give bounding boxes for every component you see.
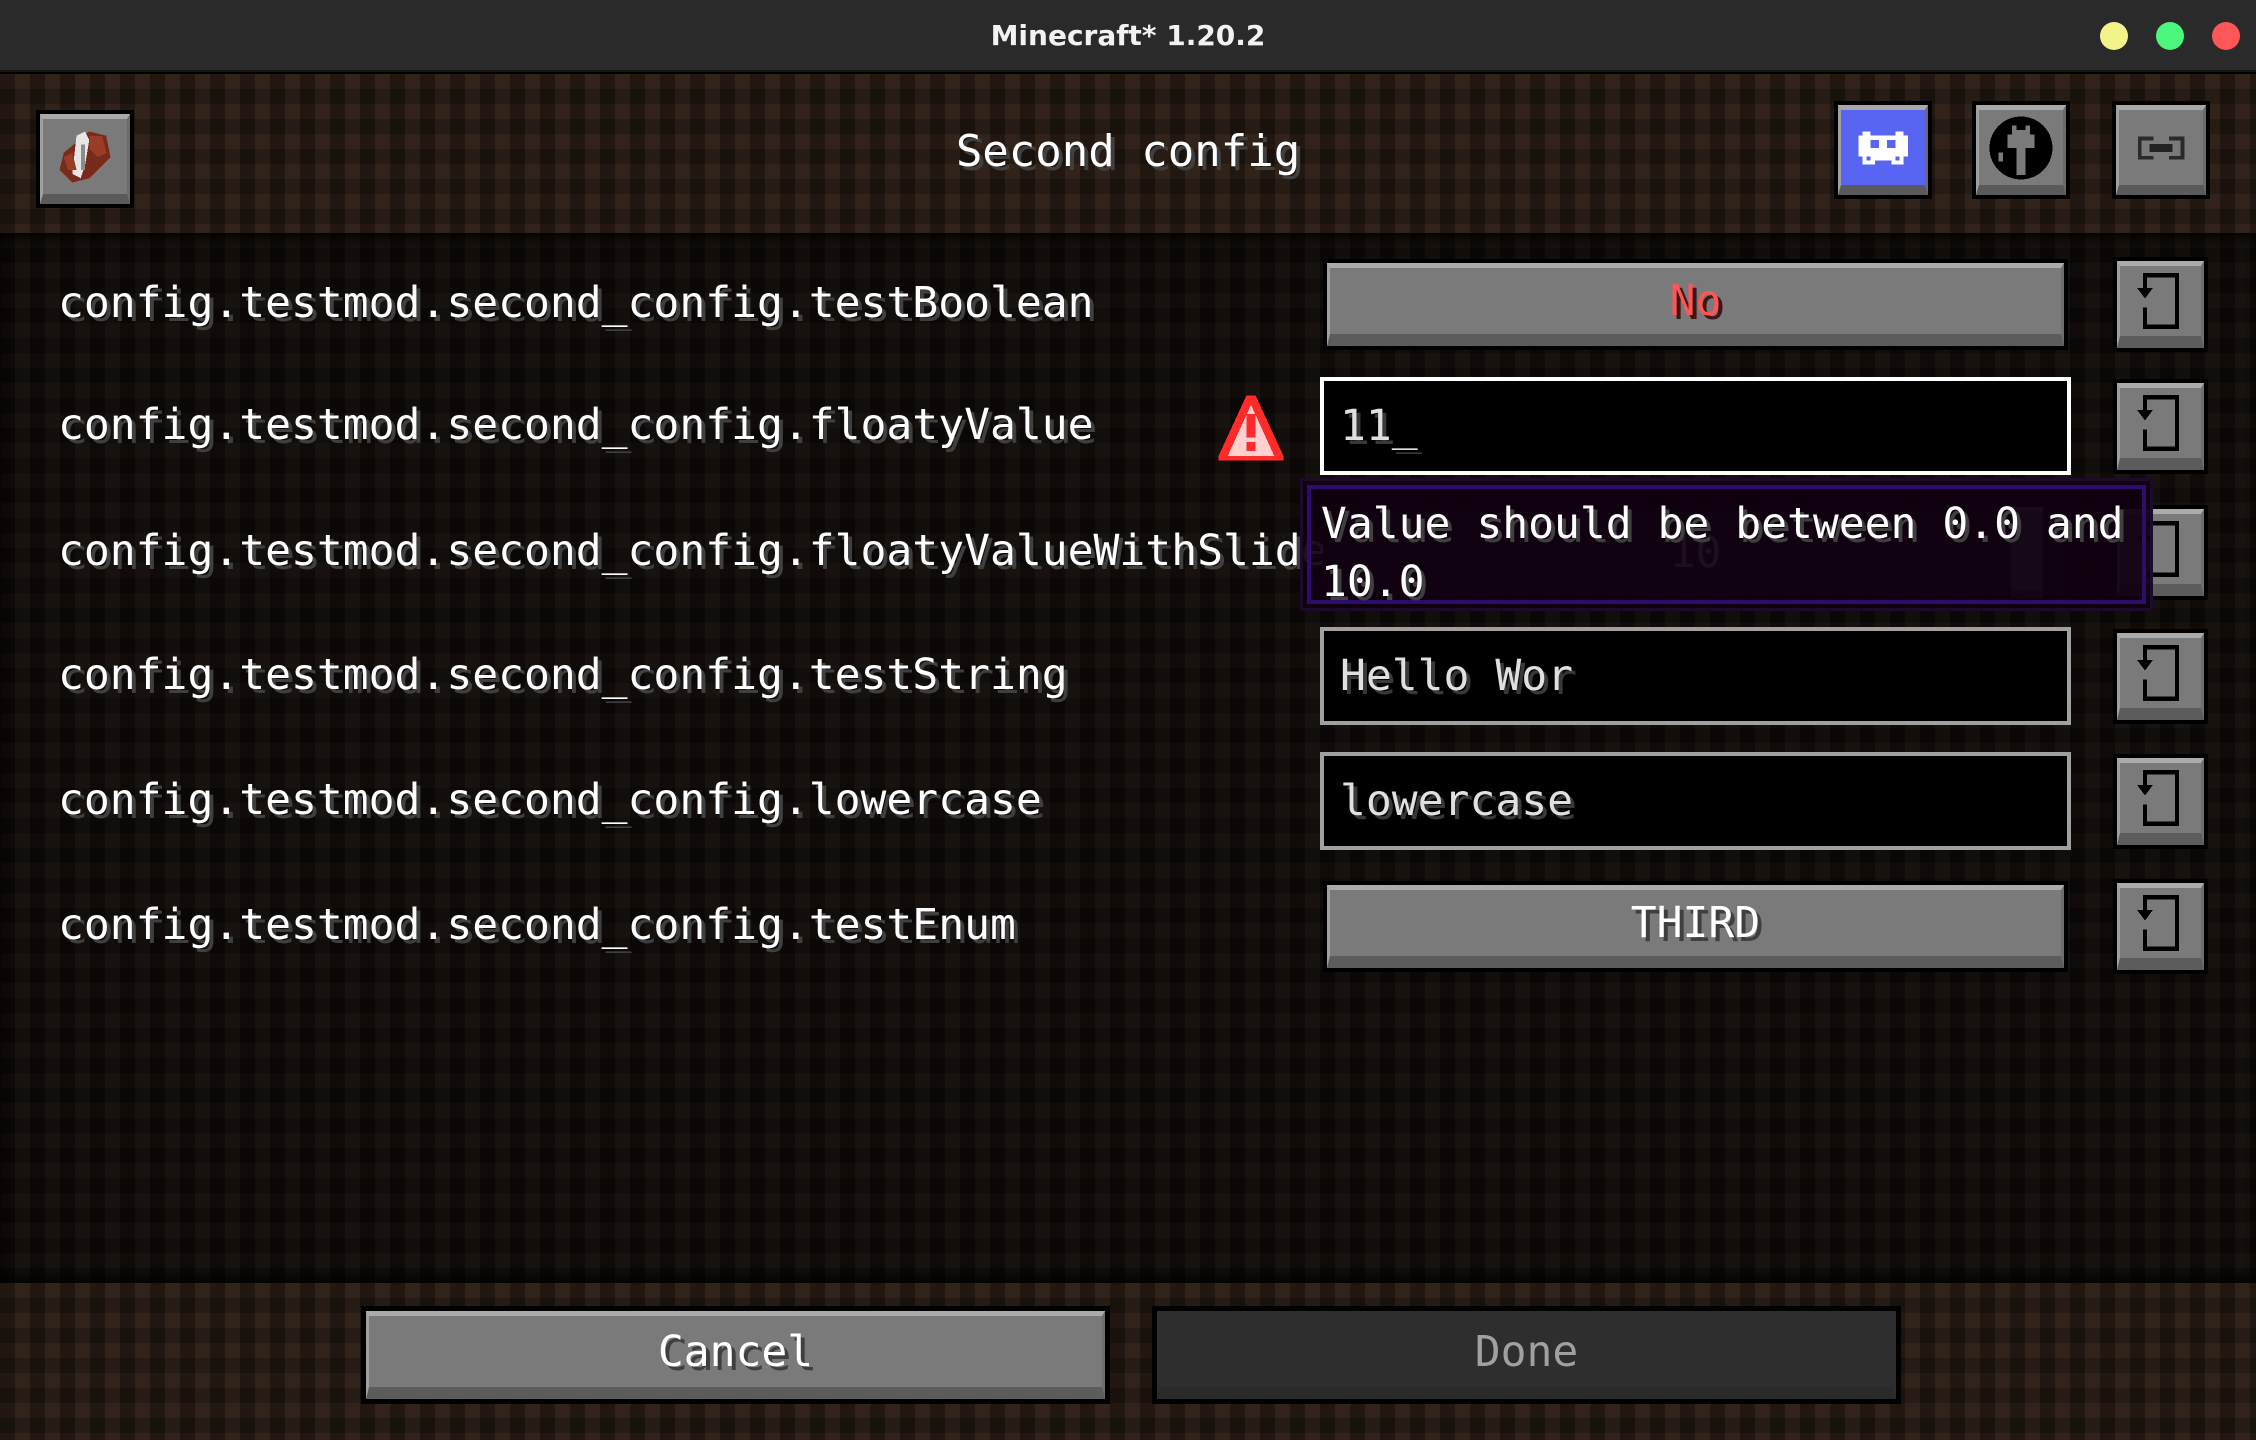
- floatyValue-input[interactable]: 11_: [1320, 377, 2071, 475]
- config-entry-testString: config.testmod.second_config.testString …: [0, 627, 2256, 725]
- config-entry-testEnum: config.testmod.second_config.testEnum TH…: [0, 879, 2256, 974]
- entry-label: config.testmod.second_config.floatyValue: [58, 400, 1094, 450]
- warning-icon: [1218, 395, 1284, 461]
- config-entry-lowercase: config.testmod.second_config.lowercase l…: [0, 752, 2256, 850]
- reset-button[interactable]: [2113, 879, 2208, 974]
- cancel-button[interactable]: Cancel: [361, 1306, 1110, 1404]
- entry-label: config.testmod.second_config.lowercase: [58, 775, 1042, 825]
- config-entry-list[interactable]: config.testmod.second_config.testBoolean…: [0, 233, 2256, 1283]
- enum-value: THIRD: [1630, 898, 1761, 948]
- reset-button[interactable]: [2113, 379, 2208, 474]
- done-label: Done: [1474, 1326, 1579, 1377]
- window-titlebar: Minecraft* 1.20.2: [0, 0, 2256, 72]
- discord-button[interactable]: [1834, 101, 1932, 199]
- entry-label: config.testmod.second_config.floatyValue…: [58, 526, 1353, 576]
- tooltip-line-1: Value should be between 0.0 and: [1321, 499, 2124, 549]
- link-button[interactable]: [2112, 101, 2210, 199]
- reset-icon: [2136, 273, 2179, 329]
- testString-input[interactable]: Hello Wor: [1320, 627, 2071, 725]
- screen-footer: Cancel Done: [0, 1283, 2256, 1440]
- link-icon: [2137, 135, 2185, 160]
- reset-button[interactable]: [2113, 257, 2208, 352]
- lowercase-input[interactable]: lowercase: [1320, 752, 2071, 850]
- tooltip-line-2: 10.0: [1321, 557, 1425, 607]
- discord-icon: [1858, 131, 1908, 164]
- boolean-toggle-button[interactable]: No: [1323, 259, 2068, 350]
- entry-label: config.testmod.second_config.testEnum: [58, 900, 1016, 950]
- github-button[interactable]: [1972, 101, 2070, 199]
- done-button[interactable]: Done: [1152, 1306, 1901, 1404]
- enum-cycle-button[interactable]: THIRD: [1323, 881, 2068, 972]
- reset-icon: [2136, 895, 2179, 951]
- reset-icon: [2136, 395, 2179, 451]
- github-icon: [1989, 116, 2053, 179]
- entry-label: config.testmod.second_config.testBoolean: [58, 278, 1094, 328]
- reset-icon: [2136, 770, 2179, 826]
- window-title: Minecraft* 1.20.2: [990, 19, 1266, 52]
- validation-tooltip: Value should be between 0.0 and 10.0: [1300, 478, 2153, 611]
- reset-button[interactable]: [2113, 629, 2208, 724]
- close-button[interactable]: [2212, 22, 2240, 50]
- toggle-value: No: [1669, 276, 1722, 326]
- entry-label: config.testmod.second_config.testString: [58, 650, 1068, 700]
- cancel-label: Cancel: [657, 1326, 814, 1377]
- maximize-button[interactable]: [2156, 22, 2184, 50]
- screen-header: Second config: [0, 74, 2256, 233]
- reset-button[interactable]: [2113, 754, 2208, 849]
- reset-icon: [2136, 645, 2179, 701]
- minimize-button[interactable]: [2100, 22, 2128, 50]
- config-entry-floatyValue: config.testmod.second_config.floatyValue…: [0, 377, 2256, 475]
- config-entry-testBoolean: config.testmod.second_config.testBoolean…: [0, 257, 2256, 352]
